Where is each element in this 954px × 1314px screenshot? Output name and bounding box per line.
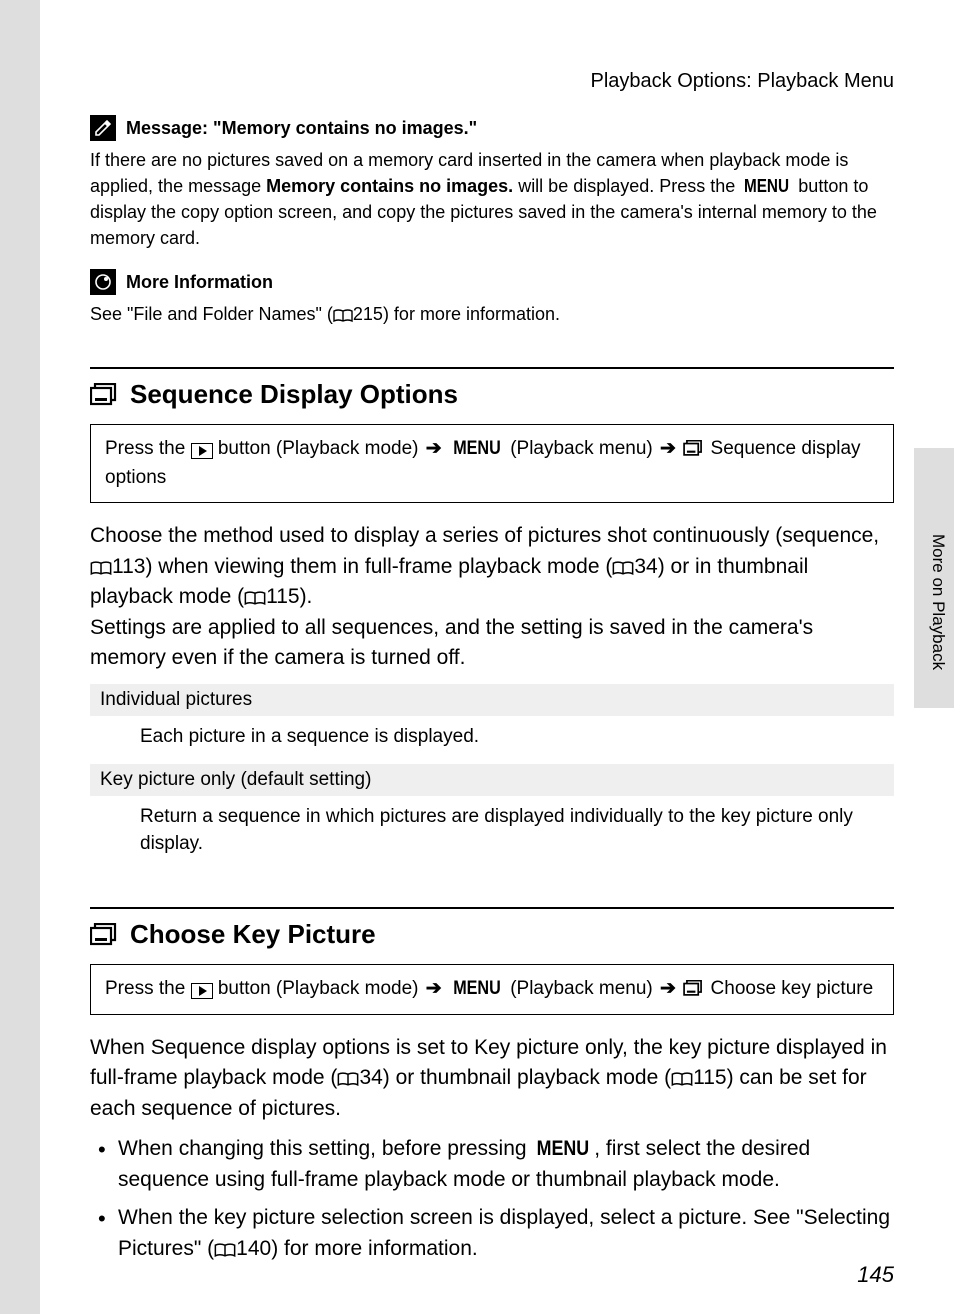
note-title: More Information	[90, 269, 894, 295]
stack-icon	[90, 923, 120, 947]
body-text: When Sequence display options is set to …	[90, 1033, 894, 1124]
manual-page: Playback Options: Playback Menu Message:…	[40, 0, 954, 1314]
page-number: 145	[857, 1262, 894, 1288]
note-title: Message: "Memory contains no images."	[90, 115, 894, 141]
stack-icon	[90, 383, 120, 407]
bullet-list: When changing this setting, before press…	[90, 1134, 894, 1264]
stack-icon	[683, 980, 705, 997]
option-body: Return a sequence in which pictures are …	[90, 796, 894, 867]
note-body: If there are no pictures saved on a memo…	[90, 147, 894, 251]
nav-path: Press the button (Playback mode) ➔ MENU …	[90, 424, 894, 503]
arrow-right-icon: ➔	[424, 978, 444, 999]
side-tab-label: More on Playback	[928, 534, 948, 670]
note-memory-contains-no-images: Message: "Memory contains no images." If…	[90, 115, 894, 251]
list-item: When changing this setting, before press…	[96, 1134, 894, 1195]
note-more-information: More Information See "File and Folder Na…	[90, 269, 894, 327]
stack-icon	[683, 440, 705, 457]
note-title-text: More Information	[126, 272, 273, 293]
info-icon	[90, 269, 116, 295]
book-icon	[214, 1243, 236, 1258]
breadcrumb: Playback Options: Playback Menu	[90, 70, 894, 93]
menu-button-label: MENU	[744, 173, 789, 199]
playback-icon	[191, 983, 213, 999]
note-body: See "File and Folder Names" (215) for mo…	[90, 301, 894, 327]
book-icon	[90, 561, 112, 576]
body-text: Choose the method used to display a seri…	[90, 521, 894, 673]
menu-button-label: MENU	[453, 435, 501, 464]
option-key-picture-only: Key picture only (default setting)	[90, 764, 894, 796]
section-title: Choose Key Picture	[90, 919, 894, 950]
pencil-icon	[90, 115, 116, 141]
menu-button-label: MENU	[453, 975, 501, 1004]
book-icon	[671, 1072, 693, 1087]
section-choose-key-picture: Choose Key Picture Press the button (Pla…	[90, 907, 894, 1264]
book-icon	[244, 591, 266, 606]
section-title: Sequence Display Options	[90, 379, 894, 410]
option-body: Each picture in a sequence is displayed.	[90, 716, 894, 761]
arrow-right-icon: ➔	[424, 438, 444, 459]
section-title-text: Choose Key Picture	[130, 919, 376, 950]
option-individual-pictures: Individual pictures	[90, 684, 894, 716]
arrow-right-icon: ➔	[658, 438, 678, 459]
book-icon	[337, 1072, 359, 1087]
divider	[90, 367, 894, 369]
nav-path: Press the button (Playback mode) ➔ MENU …	[90, 964, 894, 1015]
arrow-right-icon: ➔	[658, 978, 678, 999]
book-icon	[612, 561, 634, 576]
book-icon	[333, 309, 353, 323]
section-title-text: Sequence Display Options	[130, 379, 458, 410]
playback-icon	[191, 443, 213, 459]
list-item: When the key picture selection screen is…	[96, 1203, 894, 1264]
note-title-text: Message: "Memory contains no images."	[126, 118, 477, 139]
menu-button-label: MENU	[537, 1134, 590, 1164]
section-sequence-display-options: Sequence Display Options Press the butto…	[90, 367, 894, 867]
divider	[90, 907, 894, 909]
